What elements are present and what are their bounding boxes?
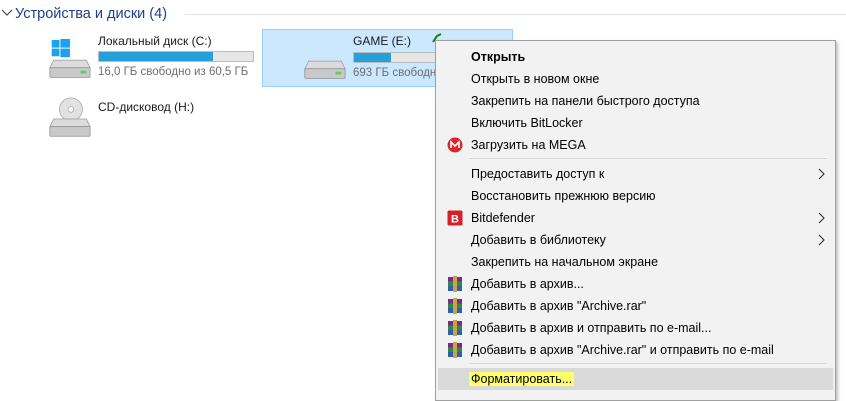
chevron-right-icon <box>818 212 825 224</box>
menu-item-archive-and-email[interactable]: Добавить в архив и отправить по e-mail..… <box>438 317 833 339</box>
menu-item-add-to-archive-rar[interactable]: Добавить в архив "Archive.rar" <box>438 295 833 317</box>
menu-item-label: Форматировать... <box>469 372 575 386</box>
menu-item-label: Добавить в архив "Archive.rar" <box>471 299 647 313</box>
chevron-down-icon[interactable] <box>0 7 14 19</box>
menu-item-archive-rar-and-email[interactable]: Добавить в архив "Archive.rar" и отправи… <box>438 339 833 361</box>
winrar-icon <box>448 320 462 336</box>
menu-item-label: Добавить в архив... <box>471 277 584 291</box>
winrar-icon <box>448 276 462 292</box>
drive-c[interactable]: Локальный диск (C:) 16,0 ГБ свободно из … <box>40 29 258 85</box>
menu-item-label: Загрузить на MEGA <box>471 138 586 152</box>
menu-item-label: Добавить в архив "Archive.rar" и отправи… <box>471 343 774 357</box>
menu-item-label: Открыть <box>471 50 526 64</box>
menu-separator <box>469 158 827 159</box>
hard-drive-icon <box>304 60 346 79</box>
menu-item-format[interactable]: Форматировать... <box>438 368 833 390</box>
group-title: Устройства и диски (4) <box>15 6 168 22</box>
menu-item-bitdefender[interactable]: B Bitdefender <box>438 207 833 229</box>
cd-drive-icon <box>49 97 91 137</box>
menu-item-upload-mega[interactable]: Загрузить на MEGA <box>438 134 833 156</box>
drive-h-name: CD-дисковод (H:) <box>98 100 195 114</box>
menu-item-bitlocker[interactable]: Включить BitLocker <box>438 112 833 134</box>
winrar-icon <box>448 298 462 314</box>
windows-drive-icon <box>49 39 91 78</box>
winrar-icon <box>448 342 462 358</box>
menu-item-label: Открыть в новом окне <box>471 72 600 86</box>
menu-item-add-to-library[interactable]: Добавить в библиотеку <box>438 229 833 251</box>
drive-e-usage-fill <box>354 53 391 62</box>
menu-item-add-to-archive[interactable]: Добавить в архив... <box>438 273 833 295</box>
svg-text:B: B <box>451 214 459 226</box>
drive-h[interactable]: CD-дисковод (H:) <box>40 92 258 142</box>
group-header-devices[interactable]: Устройства и диски (4) <box>0 3 846 25</box>
menu-item-pin-quick-access[interactable]: Закрепить на панели быстрого доступа <box>438 90 833 112</box>
menu-item-label: Закрепить на начальном экране <box>471 255 659 269</box>
drive-c-free: 16,0 ГБ свободно из 60,5 ГБ <box>98 66 249 78</box>
context-menu: Открыть Открыть в новом окне Закрепить н… <box>435 40 836 401</box>
menu-item-restore-version[interactable]: Восстановить прежнюю версию <box>438 185 833 207</box>
menu-item-label: Предоставить доступ к <box>471 167 605 181</box>
drive-c-usage-bar <box>98 51 254 62</box>
menu-item-share-with[interactable]: Предоставить доступ к <box>438 163 833 185</box>
menu-item-label: Добавить в архив и отправить по e-mail..… <box>471 321 712 335</box>
chevron-right-icon <box>818 168 825 180</box>
drive-e-name: GAME (E:) <box>353 34 412 48</box>
drive-c-usage-fill <box>99 52 213 61</box>
menu-item-open[interactable]: Открыть <box>438 46 833 68</box>
bitdefender-icon: B <box>447 210 463 226</box>
menu-item-label: Закрепить на панели быстрого доступа <box>471 94 700 108</box>
menu-item-label: Включить BitLocker <box>471 116 583 130</box>
drive-e-free: 693 ГБ свободно <box>353 67 443 79</box>
menu-separator <box>469 363 827 364</box>
chevron-right-icon <box>818 234 825 246</box>
drive-c-name: Локальный диск (C:) <box>98 34 212 48</box>
menu-item-open-new-window[interactable]: Открыть в новом окне <box>438 68 833 90</box>
menu-item-pin-start[interactable]: Закрепить на начальном экране <box>438 251 833 273</box>
group-divider <box>185 14 846 15</box>
menu-item-label: Bitdefender <box>471 211 535 225</box>
mega-icon <box>447 137 463 153</box>
menu-item-label: Добавить в библиотеку <box>471 233 606 247</box>
menu-item-label: Восстановить прежнюю версию <box>471 189 656 203</box>
